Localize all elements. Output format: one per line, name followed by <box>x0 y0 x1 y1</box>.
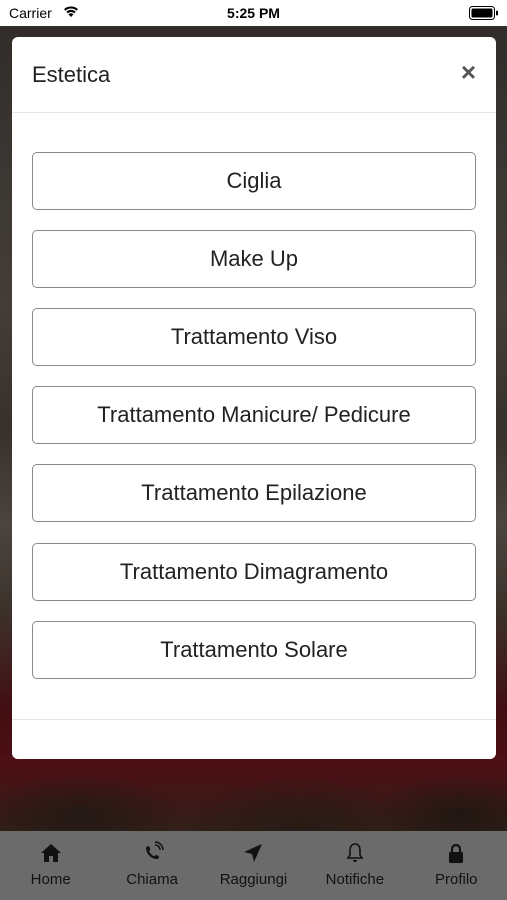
tab-raggiungi[interactable]: Raggiungi <box>203 831 303 900</box>
option-button-epilazione[interactable]: Trattamento Epilazione <box>32 464 476 522</box>
tab-profilo[interactable]: Profilo <box>406 831 506 900</box>
tab-label-profilo: Profilo <box>434 871 478 888</box>
tab-label-notifiche: Notifiche <box>325 871 385 888</box>
lock-icon <box>449 843 464 863</box>
close-icon[interactable]: × <box>461 59 476 85</box>
tab-chiama[interactable]: Chiama <box>102 831 202 900</box>
battery-icon <box>469 6 498 20</box>
status-time: 5:25 PM <box>227 5 280 21</box>
navigation-arrow-icon <box>244 844 263 862</box>
home-icon <box>40 844 61 862</box>
option-button-make-up[interactable]: Make Up <box>32 230 476 288</box>
status-bar: Carrier 5:25 PM <box>0 0 507 26</box>
option-button-solare[interactable]: Trattamento Solare <box>32 621 476 679</box>
modal-footer-divider <box>12 719 496 720</box>
bottom-tab-bar: Home Chiama Raggiungi Notifiche Profilo <box>0 831 507 900</box>
tab-home[interactable]: Home <box>1 831 101 900</box>
bell-icon <box>346 843 364 862</box>
modal-title: Estetica <box>32 62 111 87</box>
option-button-dimagramento[interactable]: Trattamento Dimagramento <box>32 543 476 601</box>
tab-label-chiama: Chiama <box>126 871 178 888</box>
modal-header: Estetica × <box>12 37 496 113</box>
category-modal: Estetica × Ciglia Make Up Trattamento Vi… <box>12 37 496 759</box>
option-button-trattamento-viso[interactable]: Trattamento Viso <box>32 308 476 366</box>
tab-label-raggiungi: Raggiungi <box>219 871 288 888</box>
option-button-manicure-pedicure[interactable]: Trattamento Manicure/ Pedicure <box>32 386 476 444</box>
option-button-ciglia[interactable]: Ciglia <box>32 152 476 210</box>
phone-icon <box>146 841 164 859</box>
tab-label-home: Home <box>30 871 71 888</box>
tab-notifiche[interactable]: Notifiche <box>305 831 405 900</box>
